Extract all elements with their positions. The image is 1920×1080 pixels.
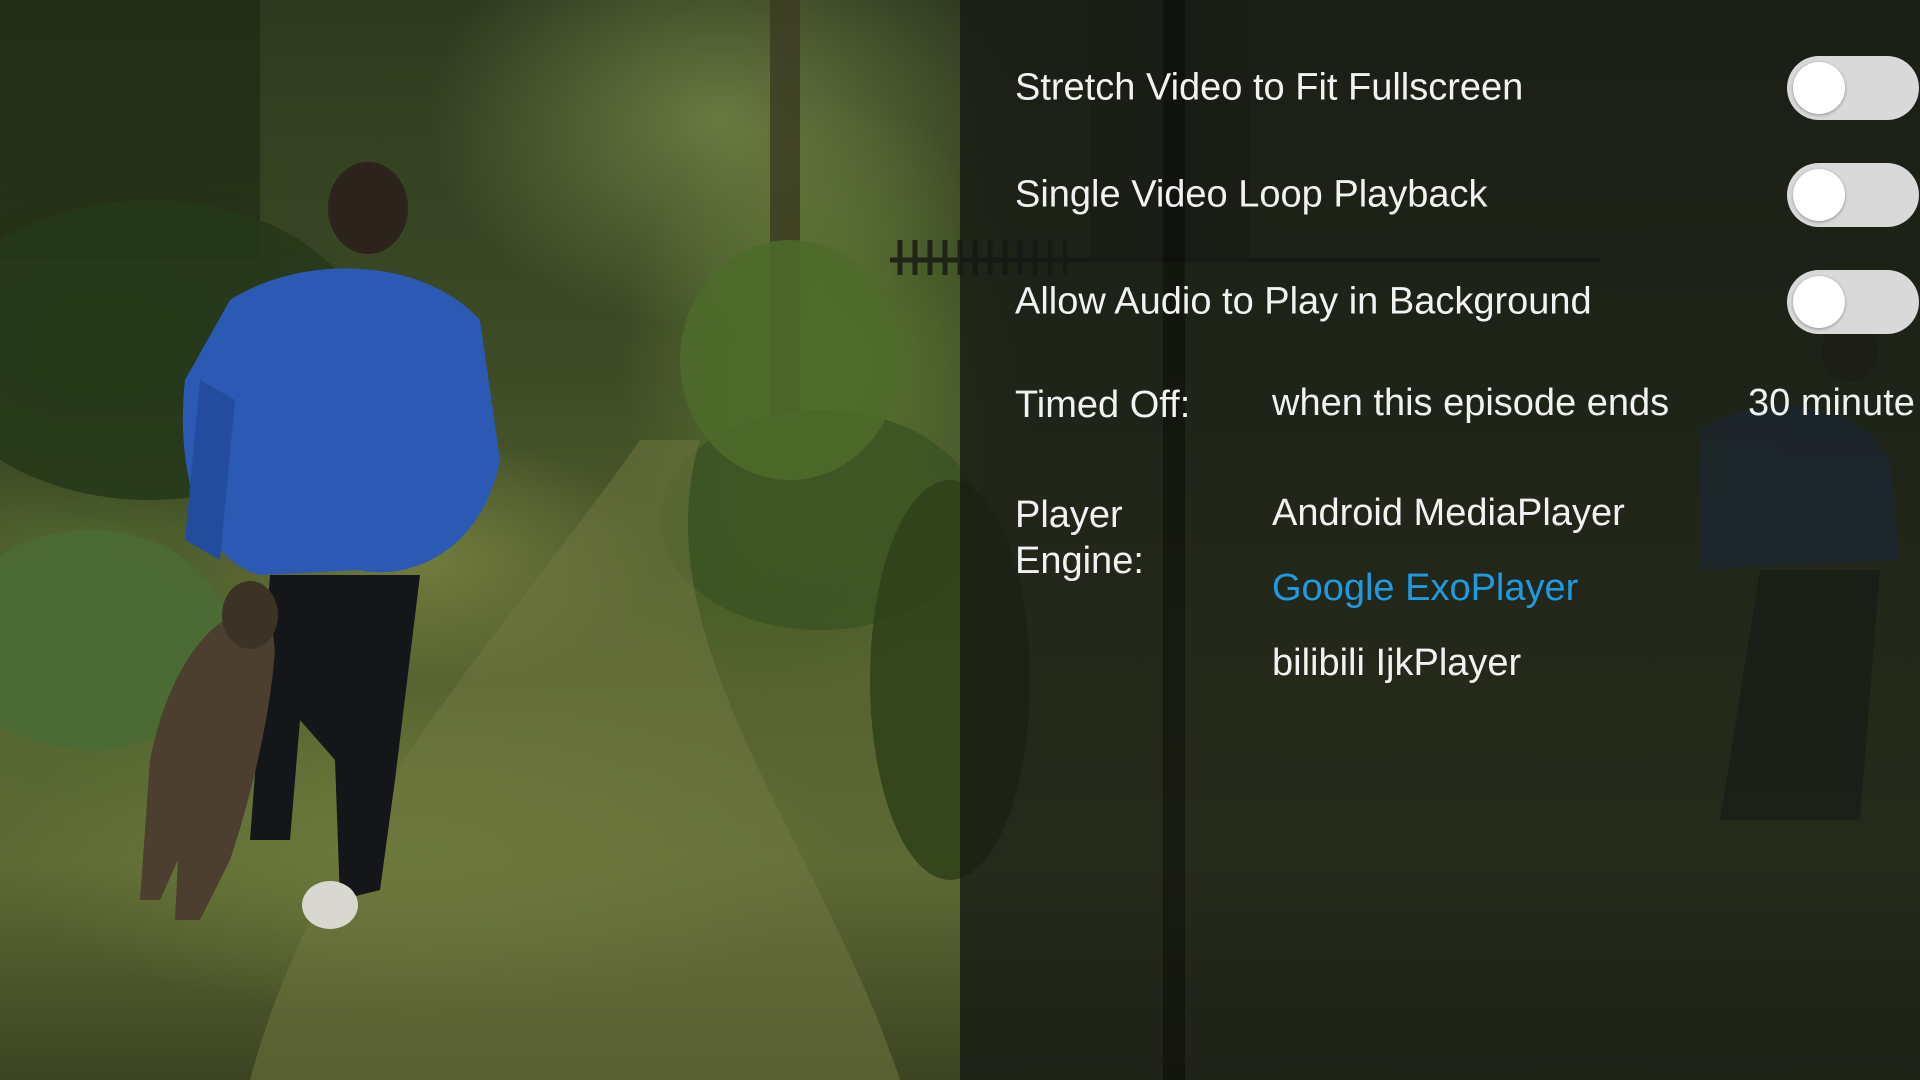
player-engine-label: Player Engine: <box>1015 494 1144 582</box>
stretch-video-row[interactable]: Stretch Video to Fit Fullscreen <box>1015 53 1919 123</box>
toggle-knob <box>1793 276 1845 328</box>
engine-option-google-exoplayer[interactable]: Google ExoPlayer <box>1272 567 1578 610</box>
timed-off-option-30-minute[interactable]: 30 minute <box>1748 382 1915 425</box>
stretch-video-toggle[interactable] <box>1787 56 1919 120</box>
engine-option-bilibili-ijkplayer[interactable]: bilibili IjkPlayer <box>1272 642 1521 685</box>
background-audio-row[interactable]: Allow Audio to Play in Background <box>1015 267 1919 337</box>
toggle-knob <box>1793 169 1845 221</box>
timed-off-option-episode-end[interactable]: when this episode ends <box>1272 382 1669 425</box>
video-player-screen: Stretch Video to Fit Fullscreen Single V… <box>0 0 1920 1080</box>
background-audio-toggle[interactable] <box>1787 270 1919 334</box>
loop-playback-row[interactable]: Single Video Loop Playback <box>1015 160 1919 230</box>
loop-playback-toggle[interactable] <box>1787 163 1919 227</box>
stretch-video-label: Stretch Video to Fit Fullscreen <box>1015 66 1524 109</box>
loop-playback-label: Single Video Loop Playback <box>1015 173 1488 216</box>
timed-off-label: Timed Off: <box>1015 384 1191 426</box>
playback-settings-panel: Stretch Video to Fit Fullscreen Single V… <box>960 0 1920 1080</box>
engine-option-android-mediaplayer[interactable]: Android MediaPlayer <box>1272 492 1625 535</box>
background-audio-label: Allow Audio to Play in Background <box>1015 280 1592 323</box>
toggle-knob <box>1793 62 1845 114</box>
